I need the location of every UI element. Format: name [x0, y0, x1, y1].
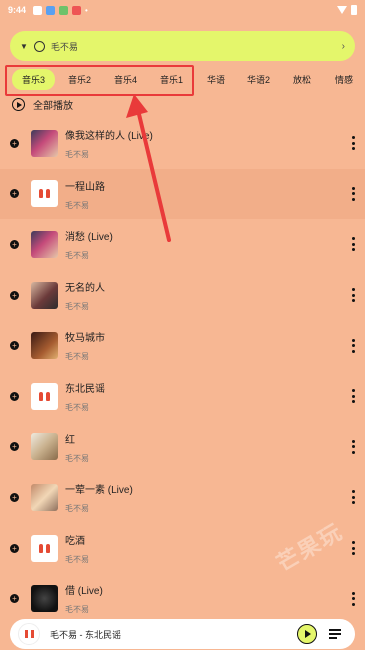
song-title: 牧马城市 — [65, 333, 105, 345]
more-vertical-icon[interactable] — [351, 136, 355, 151]
chevron-right-icon[interactable]: › — [342, 41, 345, 52]
album-cover — [31, 230, 58, 258]
add-icon[interactable]: + — [10, 594, 19, 604]
mini-player[interactable]: 毛不易 - 东北民谣 — [10, 619, 355, 649]
more-vertical-icon[interactable] — [351, 490, 355, 505]
album-cover — [31, 332, 58, 360]
song-artist: 毛不易 — [65, 554, 89, 564]
search-icon — [33, 40, 45, 52]
song-artist: 毛不易 — [65, 453, 89, 463]
song-artist: 毛不易 — [65, 402, 89, 412]
dot-icon: • — [85, 5, 88, 15]
add-icon[interactable]: + — [10, 341, 19, 351]
list-item[interactable]: + 东北民谣 毛不易 — [0, 371, 365, 422]
annotation-highlight-box — [5, 65, 194, 96]
notification-icon — [33, 5, 43, 15]
add-icon[interactable]: + — [10, 290, 19, 300]
list-item[interactable]: + 借 (Live) 毛不易 — [0, 573, 365, 624]
album-cover — [31, 281, 58, 309]
list-item[interactable]: + 牧马城市 毛不易 — [0, 320, 365, 371]
album-cover — [31, 585, 58, 613]
song-title: 像我这样的人 (Live) — [65, 131, 153, 142]
song-artist: 毛不易 — [65, 251, 89, 261]
song-artist: 毛不易 — [65, 352, 89, 362]
add-icon[interactable]: + — [10, 391, 19, 401]
play-icon[interactable] — [297, 624, 317, 644]
battery-icon — [351, 5, 357, 15]
tab-relax[interactable]: 放松 — [293, 73, 311, 86]
add-icon[interactable]: + — [10, 543, 19, 553]
add-icon[interactable]: + — [10, 492, 19, 502]
tab-mandarin2[interactable]: 华语2 — [247, 73, 270, 86]
more-vertical-icon[interactable] — [351, 389, 355, 404]
song-title: 东北民谣 — [65, 383, 105, 395]
song-title: 无名的人 — [65, 282, 105, 294]
list-item[interactable]: + 消愁 (Live) 毛不易 — [0, 219, 365, 270]
more-vertical-icon[interactable] — [351, 237, 355, 252]
add-icon[interactable]: + — [10, 442, 19, 452]
song-artist: 毛不易 — [65, 150, 89, 159]
more-vertical-icon[interactable] — [351, 338, 355, 353]
search-bar[interactable]: ▼ 毛不易 › — [10, 31, 355, 61]
mail-notification-icon — [72, 5, 82, 15]
add-icon[interactable]: + — [10, 239, 19, 249]
song-title: 一荤一素 (Live) — [65, 485, 133, 497]
app-notification-icon — [46, 5, 56, 15]
more-vertical-icon[interactable] — [351, 541, 355, 556]
more-vertical-icon[interactable] — [351, 439, 355, 454]
album-cover — [31, 129, 58, 157]
song-artist: 毛不易 — [65, 301, 89, 311]
playlist-icon[interactable] — [329, 628, 343, 640]
song-artist: 毛不易 — [65, 200, 89, 210]
status-time: 9:44 — [8, 5, 27, 15]
add-icon[interactable]: + — [10, 189, 19, 199]
add-icon[interactable]: + — [10, 138, 19, 148]
album-cover — [31, 180, 58, 208]
list-item[interactable]: + 一程山路 毛不易 — [0, 168, 365, 220]
album-cover — [31, 483, 58, 511]
message-notification-icon — [59, 5, 69, 15]
now-playing-cover[interactable] — [18, 623, 40, 645]
play-circle-icon — [12, 98, 25, 111]
play-all-button[interactable]: 全部播放 — [12, 97, 73, 112]
tab-emotion[interactable]: 情感 — [335, 73, 353, 86]
tab-mandarin[interactable]: 华语 — [207, 73, 225, 86]
play-all-label: 全部播放 — [33, 101, 73, 112]
album-cover — [31, 534, 58, 562]
song-artist: 毛不易 — [65, 504, 89, 514]
more-vertical-icon[interactable] — [351, 591, 355, 606]
album-cover — [31, 433, 58, 461]
song-artist: 毛不易 — [65, 605, 89, 615]
more-vertical-icon[interactable] — [351, 288, 355, 303]
song-title: 借 (Live) — [65, 586, 103, 598]
status-bar: 9:44 • — [0, 0, 365, 20]
caret-down-icon[interactable]: ▼ — [20, 42, 28, 51]
now-playing-text[interactable]: 毛不易 - 东北民谣 — [50, 628, 121, 641]
list-item[interactable]: + 红 毛不易 — [0, 422, 365, 473]
song-title: 红 — [65, 434, 75, 446]
list-item[interactable]: + 一荤一素 (Live) 毛不易 — [0, 472, 365, 523]
list-item[interactable]: + 像我这样的人 (Live) 毛不易 — [0, 118, 365, 169]
more-vertical-icon[interactable] — [351, 186, 355, 201]
song-title: 吃酒 — [65, 535, 85, 547]
list-item[interactable]: + 无名的人 毛不易 — [0, 270, 365, 321]
album-cover — [31, 382, 58, 410]
song-title: 一程山路 — [65, 181, 105, 193]
song-title: 消愁 (Live) — [65, 232, 113, 244]
search-text[interactable]: 毛不易 — [51, 40, 78, 53]
signal-icon — [337, 6, 347, 14]
